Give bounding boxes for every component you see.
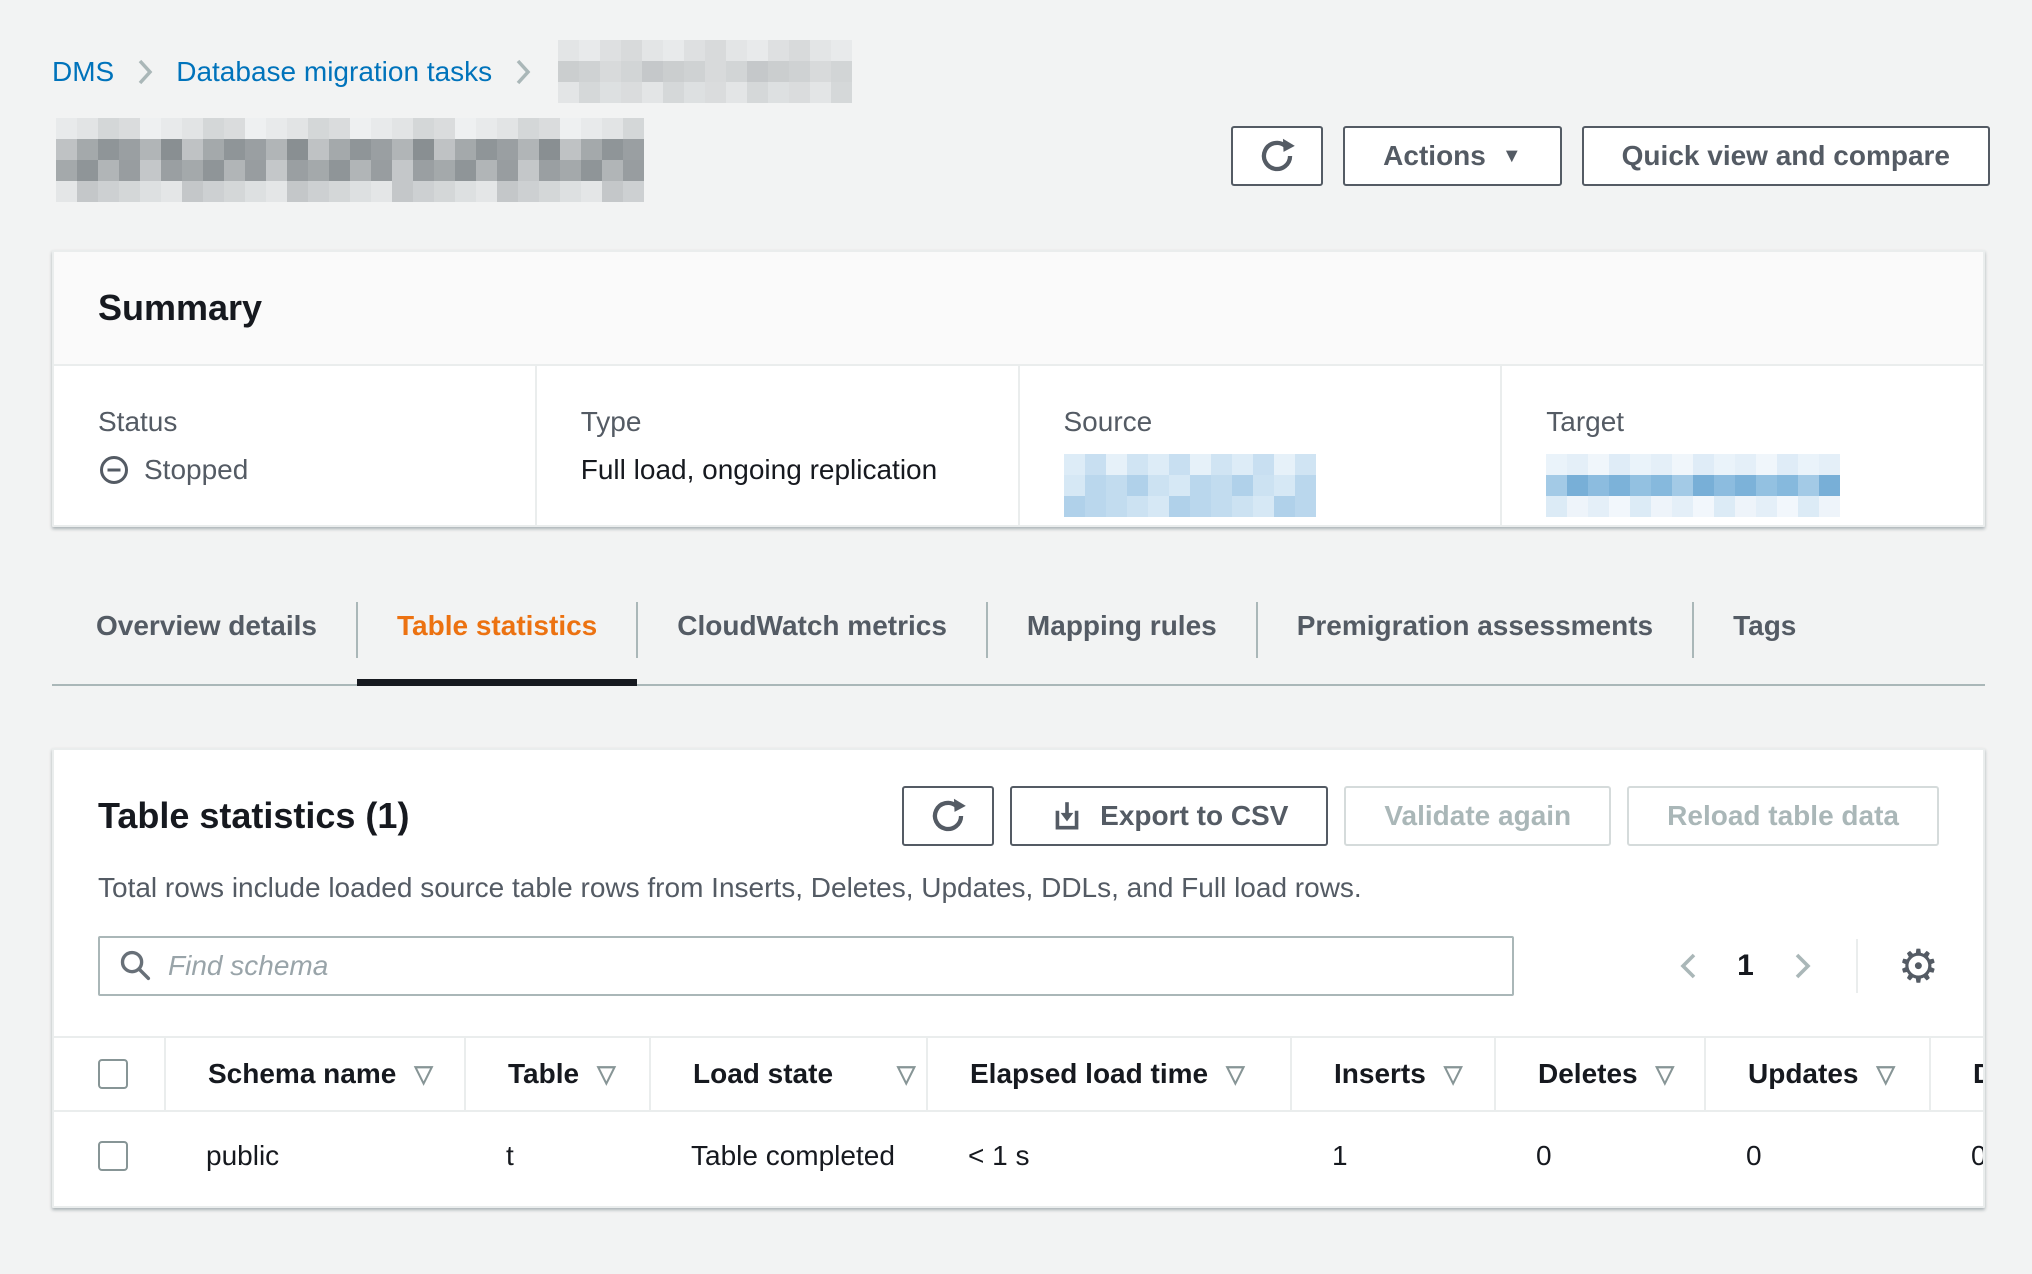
column-header-schema-name[interactable]: Schema name▽ xyxy=(164,1038,464,1110)
pagination-divider xyxy=(1856,939,1858,993)
sort-icon: ▽ xyxy=(414,1060,432,1089)
column-header-ddls[interactable]: DDLs▽ xyxy=(1929,1038,1983,1110)
select-all-cell xyxy=(54,1038,164,1110)
cell-ddls: 0 xyxy=(1929,1112,1983,1200)
cell-deletes: 0 xyxy=(1494,1112,1704,1200)
tab-tags[interactable]: Tags xyxy=(1693,600,1836,684)
target-label: Target xyxy=(1546,406,1953,438)
cell-load-state: Table completed xyxy=(649,1112,926,1200)
dms-task-page: DMS Database migration tasks Actions ▼ Q… xyxy=(0,0,2032,1274)
select-all-checkbox[interactable] xyxy=(98,1059,128,1089)
caret-down-icon: ▼ xyxy=(1502,146,1522,166)
column-header-inserts[interactable]: Inserts▽ xyxy=(1290,1038,1494,1110)
table-statistics-title: Table statistics (1) xyxy=(98,794,409,838)
tab-table-statistics[interactable]: Table statistics xyxy=(357,600,637,684)
target-value-redacted[interactable] xyxy=(1546,454,1953,517)
table-statistics-header: Table statistics (1) Export to CSV Valid… xyxy=(54,750,1983,846)
chevron-right-icon xyxy=(1788,950,1816,982)
export-to-csv-label: Export to CSV xyxy=(1100,800,1288,832)
type-label: Type xyxy=(581,406,988,438)
summary-panel-header: Summary xyxy=(54,252,1983,366)
tab-bar: Overview details Table statistics CloudW… xyxy=(52,600,1985,686)
validate-again-button[interactable]: Validate again xyxy=(1344,786,1611,846)
tab-overview-details[interactable]: Overview details xyxy=(52,600,357,684)
export-to-csv-button[interactable]: Export to CSV xyxy=(1010,786,1328,846)
schema-search-box xyxy=(98,936,1514,996)
sort-icon: ▽ xyxy=(1444,1060,1462,1089)
refresh-icon xyxy=(929,797,967,835)
cell-inserts: 1 xyxy=(1290,1112,1494,1200)
refresh-button[interactable] xyxy=(1231,126,1323,186)
breadcrumb: DMS Database migration tasks xyxy=(52,40,852,103)
previous-page-button[interactable] xyxy=(1675,950,1703,982)
chevron-right-icon xyxy=(134,57,156,87)
refresh-table-button[interactable] xyxy=(902,786,994,846)
tab-mapping-rules[interactable]: Mapping rules xyxy=(987,600,1257,684)
cell-schema-name: public xyxy=(164,1112,464,1200)
page-title-redacted xyxy=(56,118,644,202)
sort-icon: ▽ xyxy=(597,1060,615,1089)
column-header-deletes[interactable]: Deletes▽ xyxy=(1494,1038,1704,1110)
summary-target-field: Target xyxy=(1500,366,1983,525)
quick-view-compare-button[interactable]: Quick view and compare xyxy=(1582,126,1990,186)
table-statistics-toolbar: Export to CSV Validate again Reload tabl… xyxy=(902,786,1939,846)
source-value-redacted[interactable] xyxy=(1064,454,1471,517)
tab-premigration-assessments[interactable]: Premigration assessments xyxy=(1257,600,1693,684)
sort-icon: ▽ xyxy=(1226,1060,1244,1089)
row-checkbox[interactable] xyxy=(98,1141,128,1171)
table-header-row: Schema name▽ Table▽ Load state▽ Elapsed … xyxy=(54,1036,1983,1112)
breadcrumb-link-dms[interactable]: DMS xyxy=(52,56,114,88)
column-header-elapsed-load-time[interactable]: Elapsed load time▽ xyxy=(926,1038,1290,1110)
summary-source-field: Source xyxy=(1018,366,1501,525)
summary-type-field: Type Full load, ongoing replication xyxy=(535,366,1018,525)
column-header-updates[interactable]: Updates▽ xyxy=(1704,1038,1929,1110)
sort-icon: ▽ xyxy=(1876,1060,1894,1089)
table-statistics-description: Total rows include loaded source table r… xyxy=(54,870,1983,906)
sort-icon: ▽ xyxy=(1656,1060,1674,1089)
current-page-number: 1 xyxy=(1737,949,1754,983)
row-select-cell xyxy=(54,1112,164,1200)
column-header-table[interactable]: Table▽ xyxy=(464,1038,649,1110)
table-row: public t Table completed < 1 s 1 0 0 0 xyxy=(54,1112,1983,1200)
refresh-icon xyxy=(1258,137,1296,175)
summary-body: Status Stopped Type Full load, ongoing r… xyxy=(54,366,1983,525)
cell-elapsed-load-time: < 1 s xyxy=(926,1112,1290,1200)
cell-table: t xyxy=(464,1112,649,1200)
table-statistics-table: Schema name▽ Table▽ Load state▽ Elapsed … xyxy=(54,1036,1983,1200)
breadcrumb-link-tasks[interactable]: Database migration tasks xyxy=(176,56,492,88)
task-actions-toolbar: Actions ▼ Quick view and compare xyxy=(1231,126,1990,186)
stopped-icon xyxy=(98,454,130,486)
next-page-button[interactable] xyxy=(1788,950,1816,982)
summary-status-field: Status Stopped xyxy=(54,366,535,525)
cell-updates: 0 xyxy=(1704,1112,1929,1200)
type-value: Full load, ongoing replication xyxy=(581,454,988,486)
column-header-load-state[interactable]: Load state▽ xyxy=(649,1038,926,1110)
chevron-left-icon xyxy=(1675,950,1703,982)
chevron-right-icon xyxy=(512,57,534,87)
table-container: Schema name▽ Table▽ Load state▽ Elapsed … xyxy=(54,1036,1983,1200)
status-label: Status xyxy=(98,406,505,438)
table-filter-row: 1 ⚙ xyxy=(54,936,1983,996)
status-value: Stopped xyxy=(98,454,505,486)
actions-button-label: Actions xyxy=(1383,140,1486,172)
table-statistics-panel: Table statistics (1) Export to CSV Valid… xyxy=(52,748,1985,1208)
sort-icon: ▽ xyxy=(897,1060,915,1089)
download-icon xyxy=(1050,799,1084,833)
reload-table-data-button[interactable]: Reload table data xyxy=(1627,786,1939,846)
breadcrumb-redacted-task-name xyxy=(558,40,852,103)
actions-button[interactable]: Actions ▼ xyxy=(1343,126,1561,186)
summary-panel: Summary Status Stopped Type Full load, o… xyxy=(52,250,1985,527)
table-settings-gear-icon[interactable]: ⚙ xyxy=(1898,943,1939,989)
search-icon xyxy=(118,948,154,984)
search-input[interactable] xyxy=(168,950,1494,982)
pagination: 1 ⚙ xyxy=(1675,939,1939,993)
source-label: Source xyxy=(1064,406,1471,438)
tab-cloudwatch-metrics[interactable]: CloudWatch metrics xyxy=(637,600,987,684)
summary-title: Summary xyxy=(98,287,262,329)
